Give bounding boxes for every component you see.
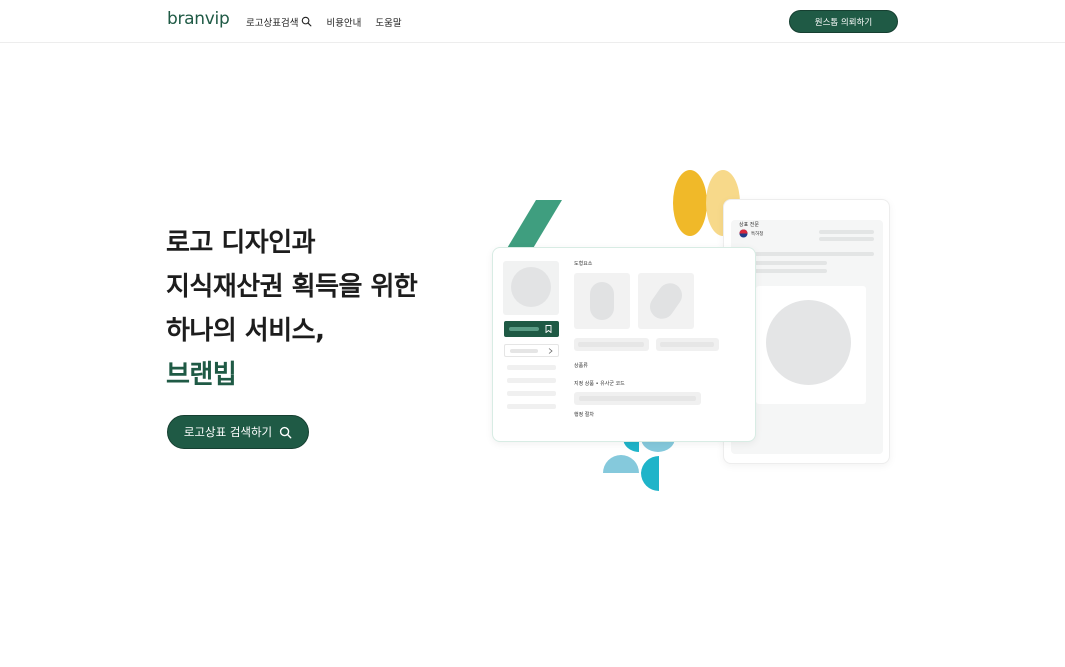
yellow-ellipse-shape (673, 170, 707, 236)
cyan-semicircles-shape (603, 438, 675, 491)
bookmark-row[interactable] (504, 321, 559, 337)
hero-headline-line-1: 로고 디자인과 (166, 228, 316, 258)
placeholder-line (739, 252, 874, 256)
section-shape-elements: 도형요소 (574, 261, 593, 267)
hero-brand-name: 브랜빕 (166, 360, 237, 390)
placeholder-line (507, 365, 556, 370)
nav-item-logo-search[interactable]: 로고상표검색 (246, 15, 312, 29)
placeholder-line (507, 404, 556, 409)
placeholder-line (507, 378, 556, 383)
hero-headline-line-2: 지식재산권 획득을 위한 (166, 272, 418, 302)
hero-headline-line-3: 하나의 서비스, (166, 316, 325, 346)
section-procedure: 행정 절차 (574, 412, 594, 418)
nav-item-label: 로고상표검색 (246, 17, 299, 29)
green-parallelogram-shape (506, 200, 562, 250)
shape-tile-pill (590, 282, 614, 320)
nav-item-pricing[interactable]: 비용안내 (326, 15, 361, 29)
document-title: 상표 전문 (739, 222, 759, 228)
brand-logo[interactable]: branvip (167, 9, 230, 29)
logo-search-button-label: 로고상표 검색하기 (183, 425, 273, 439)
tag-chip (656, 338, 719, 351)
logo-preview-circle (766, 300, 851, 385)
placeholder-line (819, 230, 874, 234)
onestop-request-button[interactable]: 원스톱 의뢰하기 (789, 10, 898, 33)
dropdown-row[interactable] (504, 344, 559, 357)
section-goods: 지정 상품 • 유사군 코드 (574, 381, 625, 387)
nav-item-help[interactable]: 도움말 (375, 15, 401, 29)
search-icon (280, 426, 292, 438)
nav-item-label: 비용안내 (326, 17, 362, 29)
section-class: 상품류 (574, 363, 588, 369)
placeholder-line (507, 391, 556, 396)
goods-field (574, 392, 701, 405)
tag-chip (574, 338, 649, 351)
office-name: 특허청 (751, 232, 764, 237)
bookmark-icon (545, 325, 552, 333)
trademark-analysis-card: 도형요소 상품류 지정 상품 • 유사군 코드 행정 절차 (492, 247, 756, 442)
top-header: branvip 로고상표검색 비용안내 도움말 원스톱 의뢰하기 (0, 0, 1065, 43)
search-icon (302, 16, 312, 27)
placeholder-line (819, 237, 874, 241)
main-nav: 로고상표검색 비용안내 도움말 (246, 0, 402, 43)
logo-search-button[interactable]: 로고상표 검색하기 (167, 415, 309, 449)
logo-thumbnail-circle (511, 267, 551, 307)
hero-illustration: 상표 전문 특허청 도형요소 상품류 지정 상품 • 유사군 코드 행정 절차 (480, 160, 900, 500)
korea-emblem-icon (739, 229, 748, 238)
chevron-right-icon (548, 348, 553, 354)
nav-item-label: 도움말 (375, 17, 402, 29)
